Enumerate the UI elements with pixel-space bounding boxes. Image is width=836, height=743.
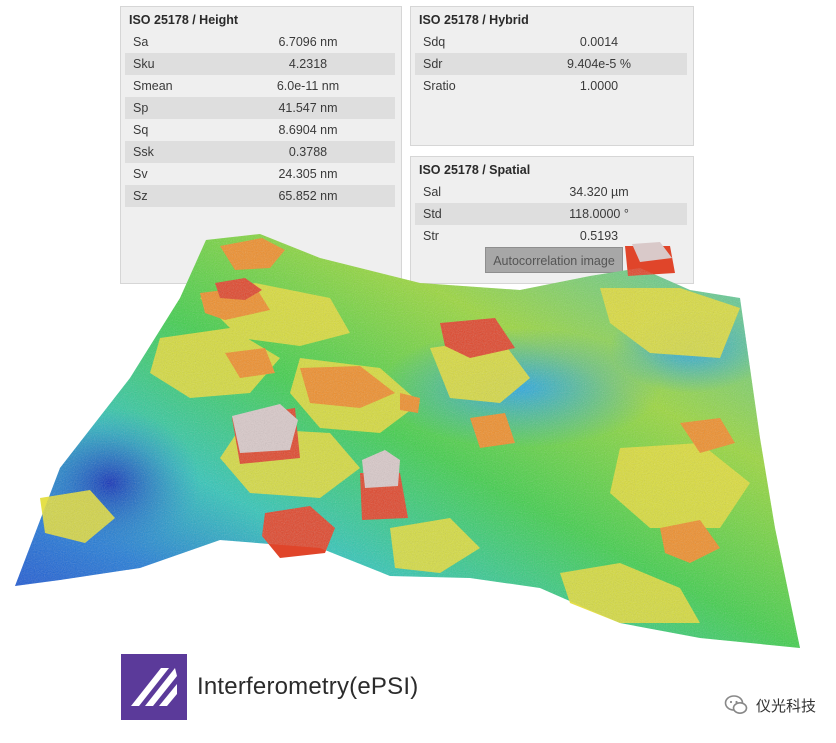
param-name: Sal	[423, 185, 442, 199]
param-value: 0.0014	[579, 35, 619, 49]
hybrid-parameters-panel: ISO 25178 / Hybrid Sdq 0.0014 Sdr 9.404e-5…	[410, 6, 694, 146]
epsi-logo-icon	[121, 654, 187, 720]
param-name: Sz	[133, 189, 148, 203]
wechat-icon	[724, 695, 748, 714]
param-row-sdr: Sdr 9.404e-5 %	[415, 53, 687, 75]
param-name: Sdq	[423, 35, 446, 49]
param-value: 8.6904 nm	[278, 123, 338, 137]
param-name: Sdr	[423, 57, 443, 71]
param-name: Sa	[133, 35, 149, 49]
param-value: 24.305 nm	[278, 167, 338, 181]
param-row-sz: Sz 65.852 nm	[125, 185, 395, 207]
param-value: 0.3788	[288, 145, 328, 159]
param-row-sratio: Sratio 1.0000	[415, 75, 687, 97]
param-row-sq: Sq 8.6904 nm	[125, 119, 395, 141]
surface-3d-render	[15, 234, 800, 648]
param-value: 34.320 µm	[569, 185, 629, 199]
param-value: 65.852 nm	[278, 189, 338, 203]
param-value: 41.547 nm	[278, 101, 338, 115]
param-row-sv: Sv 24.305 nm	[125, 163, 395, 185]
height-panel-title: ISO 25178 / Height	[129, 13, 239, 27]
param-name: Smean	[133, 79, 173, 93]
param-row-sp: Sp 41.547 nm	[125, 97, 395, 119]
param-row-sku: Sku 4.2318	[125, 53, 395, 75]
param-name: Sku	[133, 57, 155, 71]
param-value: 9.404e-5 %	[567, 57, 631, 71]
param-name: Ssk	[133, 145, 154, 159]
spatial-panel-title: ISO 25178 / Spatial	[419, 163, 531, 177]
param-row-sal: Sal 34.320 µm	[415, 181, 687, 203]
param-row-sa: Sa 6.7096 nm	[125, 31, 395, 53]
param-name: Std	[423, 207, 442, 221]
param-row-smean: Smean 6.0e-11 nm	[125, 75, 395, 97]
param-name: Sratio	[423, 79, 456, 93]
param-value: 4.2318	[288, 57, 328, 71]
param-value: 6.7096 nm	[278, 35, 338, 49]
param-name: Sq	[133, 123, 149, 137]
watermark: 仪光科技	[724, 694, 816, 716]
param-name: Sv	[133, 167, 148, 181]
watermark-text: 仪光科技	[755, 697, 816, 715]
param-row-ssk: Ssk 0.3788	[125, 141, 395, 163]
param-value: 6.0e-11 nm	[276, 79, 340, 93]
param-name: Sp	[133, 101, 149, 115]
hybrid-panel-title: ISO 25178 / Hybrid	[419, 13, 529, 27]
param-row-sdq: Sdq 0.0014	[415, 31, 687, 53]
param-value: 1.0000	[579, 79, 619, 93]
logo-text: Interferometry(ePSI)	[197, 673, 419, 700]
param-value: 118.0000 °	[569, 207, 629, 221]
param-row-std: Std 118.0000 °	[415, 203, 687, 225]
interferometry-logo: Interferometry(ePSI)	[121, 654, 418, 720]
